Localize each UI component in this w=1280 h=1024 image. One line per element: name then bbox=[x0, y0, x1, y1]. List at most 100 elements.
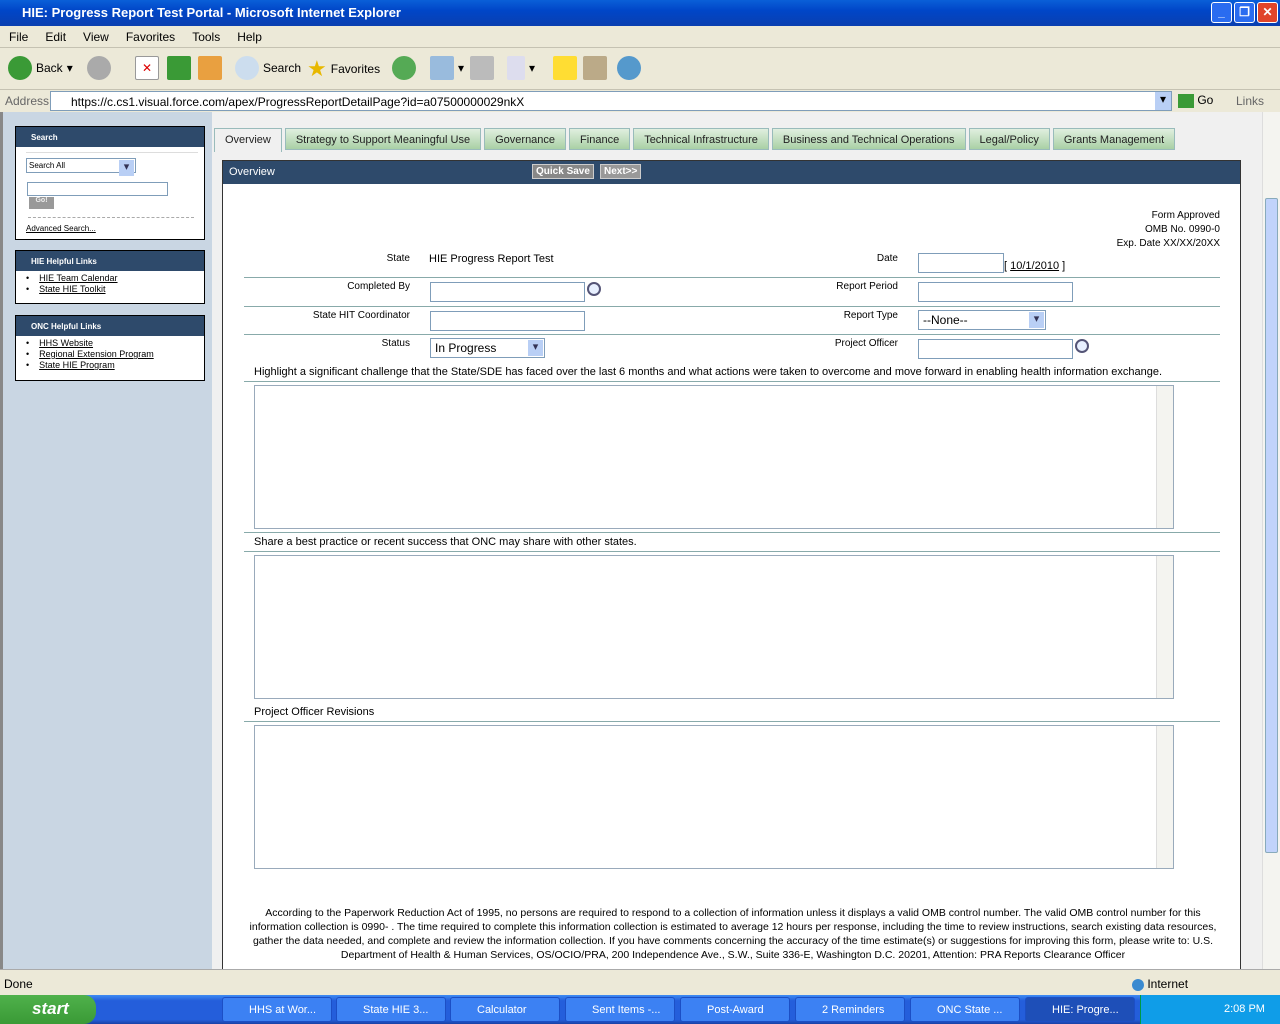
home-button[interactable] bbox=[198, 56, 222, 80]
notes-button[interactable] bbox=[553, 56, 577, 80]
globe-icon bbox=[1132, 978, 1144, 991]
history-button[interactable] bbox=[392, 56, 416, 80]
menu-favorites[interactable]: Favorites bbox=[117, 26, 183, 44]
menu-bar: File Edit View Favorites Tools Help bbox=[0, 26, 1280, 48]
stop-button[interactable]: ✕ bbox=[135, 56, 159, 80]
address-label: Address bbox=[5, 94, 50, 108]
forward-button[interactable] bbox=[87, 56, 111, 80]
menu-tools[interactable]: Tools bbox=[183, 26, 228, 44]
hhs-website-link[interactable]: HHS Website bbox=[39, 338, 93, 348]
back-arrow-icon bbox=[8, 56, 32, 80]
tab-legal-policy[interactable]: Legal/Policy bbox=[968, 128, 1050, 150]
revisions-label: Project Officer Revisions bbox=[254, 706, 375, 718]
task-sent-items[interactable]: Sent Items -... bbox=[565, 997, 675, 1022]
page-content: Search Search All Go! Advanced Search...… bbox=[0, 112, 1262, 969]
challenge-textarea[interactable] bbox=[254, 385, 1174, 529]
state-value: HIE Progress Report Test bbox=[429, 253, 554, 265]
page-scrollbar[interactable] bbox=[1262, 112, 1280, 969]
search-box: Search Search All Go! Advanced Search... bbox=[15, 126, 205, 240]
minimize-button[interactable]: _ bbox=[1211, 2, 1232, 23]
quick-save-button[interactable]: Quick Save bbox=[532, 164, 594, 179]
tab-grants-management[interactable]: Grants Management bbox=[1052, 128, 1176, 150]
date-input[interactable] bbox=[918, 253, 1004, 273]
task-post-award[interactable]: Post-Award bbox=[680, 997, 790, 1022]
status-select[interactable]: In Progress bbox=[430, 338, 545, 358]
best-practice-textarea[interactable] bbox=[254, 555, 1174, 699]
lookup-icon[interactable] bbox=[587, 282, 601, 296]
revisions-textarea[interactable] bbox=[254, 725, 1174, 869]
challenge-question: Highlight a significant challenge that t… bbox=[254, 366, 1163, 378]
date-today: [ 10/1/2010 ] bbox=[1004, 260, 1066, 272]
search-input[interactable] bbox=[27, 182, 168, 196]
task-reminders[interactable]: 2 Reminders bbox=[795, 997, 905, 1022]
menu-file[interactable]: File bbox=[0, 26, 36, 44]
task-calculator[interactable]: Calculator bbox=[450, 997, 560, 1022]
tab-technical-infrastructure[interactable]: Technical Infrastructure bbox=[633, 128, 769, 150]
task-hhs[interactable]: HHS at Wor... bbox=[222, 997, 332, 1022]
refresh-button[interactable] bbox=[167, 56, 191, 80]
tab-strategy[interactable]: Strategy to Support Meaningful Use bbox=[284, 128, 482, 150]
research-button[interactable] bbox=[583, 56, 607, 80]
completed-by-input[interactable] bbox=[430, 282, 585, 302]
project-officer-input[interactable] bbox=[918, 339, 1073, 359]
messenger-button[interactable] bbox=[617, 56, 641, 80]
address-input[interactable]: https://c.cs1.visual.force.com/apex/Prog… bbox=[50, 91, 1172, 111]
search-go-button[interactable]: Go! bbox=[29, 197, 54, 209]
clock: 2:08 PM bbox=[1224, 1003, 1265, 1015]
tab-governance[interactable]: Governance bbox=[484, 128, 567, 150]
panel-title: Overview bbox=[229, 166, 275, 178]
next-button[interactable]: Next>> bbox=[600, 164, 642, 179]
report-type-select[interactable]: --None-- bbox=[918, 310, 1046, 330]
onc-links-box: ONC Helpful Links HHS WebsiteRegional Ex… bbox=[15, 315, 205, 381]
word-icon bbox=[507, 56, 525, 80]
state-hie-toolkit-link[interactable]: State HIE Toolkit bbox=[39, 284, 105, 294]
favorites-button[interactable]: ★ Favorites bbox=[307, 56, 380, 82]
task-hie-progress[interactable]: HIE: Progre... bbox=[1025, 997, 1135, 1022]
hie-links-title: HIE Helpful Links bbox=[16, 251, 204, 271]
menu-help[interactable]: Help bbox=[228, 26, 270, 44]
state-hie-program-link[interactable]: State HIE Program bbox=[39, 360, 115, 370]
tab-overview[interactable]: Overview bbox=[214, 128, 282, 152]
go-button[interactable]: Go bbox=[1178, 93, 1213, 108]
messenger-icon bbox=[617, 56, 641, 80]
best-practice-question: Share a best practice or recent success … bbox=[254, 536, 637, 548]
start-button[interactable]: start bbox=[0, 995, 96, 1024]
menu-view[interactable]: View bbox=[74, 26, 117, 44]
status-text: Done bbox=[4, 977, 33, 991]
address-dropdown[interactable]: ▾ bbox=[1155, 92, 1171, 110]
coordinator-label: State HIT Coordinator bbox=[312, 310, 410, 321]
task-state-hie[interactable]: State HIE 3... bbox=[336, 997, 446, 1022]
overview-panel: Overview Quick Save Next>> Form Approved… bbox=[222, 160, 1241, 969]
back-button[interactable]: Back ▾ bbox=[8, 56, 73, 80]
hie-team-calendar-link[interactable]: HIE Team Calendar bbox=[39, 273, 117, 283]
restore-button[interactable]: ❐ bbox=[1234, 2, 1255, 23]
search-scope-select[interactable]: Search All bbox=[26, 158, 136, 176]
paperwork-disclaimer: According to the Paperwork Reduction Act… bbox=[249, 907, 1217, 961]
refresh-icon bbox=[167, 56, 191, 80]
print-icon bbox=[470, 56, 494, 80]
mail-button[interactable]: ▾ bbox=[430, 56, 464, 80]
date-today-link[interactable]: 10/1/2010 bbox=[1010, 260, 1059, 272]
sidebar: Search Search All Go! Advanced Search...… bbox=[0, 112, 212, 969]
coordinator-input[interactable] bbox=[430, 311, 585, 331]
onc-links-title: ONC Helpful Links bbox=[16, 316, 204, 336]
menu-edit[interactable]: Edit bbox=[36, 26, 74, 44]
tab-business-technical-operations[interactable]: Business and Technical Operations bbox=[771, 128, 966, 150]
omb-approval: Form Approved OMB No. 0990-0 Exp. Date XX/… bbox=[1116, 210, 1220, 249]
search-icon bbox=[235, 56, 259, 80]
toolbar: Back ▾ ✕ Search ★ Favorites ▾ ▾ bbox=[0, 48, 1280, 90]
search-button[interactable]: Search bbox=[235, 56, 301, 80]
print-button[interactable] bbox=[470, 56, 494, 80]
lookup-icon[interactable] bbox=[1075, 339, 1089, 353]
links-button[interactable]: Links bbox=[1236, 94, 1264, 108]
regional-extension-program-link[interactable]: Regional Extension Program bbox=[39, 349, 154, 359]
state-label: State bbox=[386, 253, 410, 264]
title-bar: HIE: Progress Report Test Portal - Micro… bbox=[0, 0, 1280, 26]
advanced-search-link[interactable]: Advanced Search... bbox=[26, 224, 96, 233]
scrollbar-thumb[interactable] bbox=[1265, 198, 1278, 853]
edit-button[interactable]: ▾ bbox=[507, 56, 535, 80]
report-period-input[interactable] bbox=[918, 282, 1073, 302]
tab-finance[interactable]: Finance bbox=[569, 128, 631, 150]
close-button[interactable]: ✕ bbox=[1257, 2, 1278, 23]
task-onc-state[interactable]: ONC State ... bbox=[910, 997, 1020, 1022]
